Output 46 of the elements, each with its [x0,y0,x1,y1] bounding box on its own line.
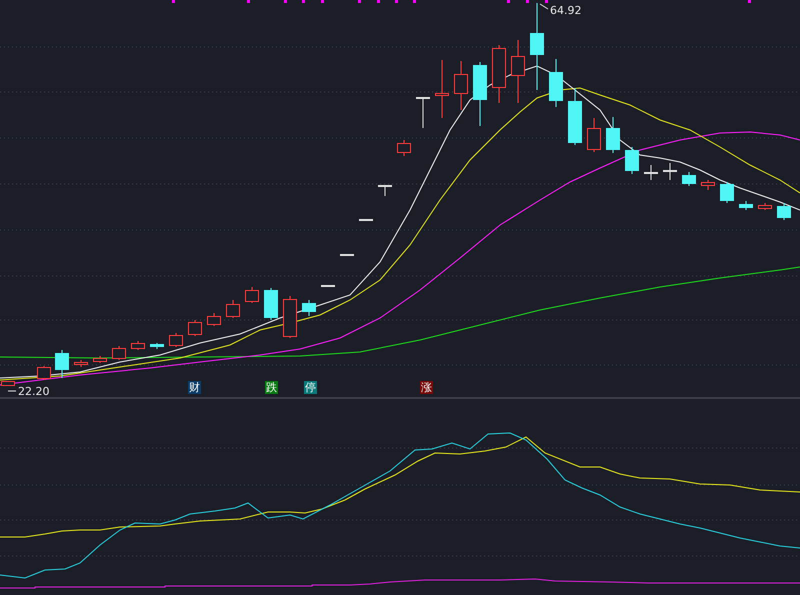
candlestick [302,300,316,316]
candlestick [321,284,335,287]
candlestick [169,332,183,348]
candlestick [416,96,430,128]
candlestick [454,60,468,110]
candlestick [568,88,582,146]
candlestick [587,118,601,152]
candlestick [720,182,734,204]
candlestick [701,180,715,190]
candlestick [549,58,563,108]
event-marker: 跌 [265,381,278,394]
candlestick [378,184,392,196]
leader-line [8,390,16,392]
event-marker: 停 [304,381,317,394]
candlestick [264,288,278,320]
candlestick [777,202,791,220]
candlestick [473,62,487,126]
event-marker: 财 [188,381,201,394]
candlestick [131,340,145,350]
candlestick [492,44,506,104]
candlestick [112,346,126,360]
candlestick [55,350,69,378]
candlestick [606,116,620,154]
event-marker: 涨 [420,381,433,394]
candlestick [37,366,51,380]
candlestick [93,356,107,364]
candlestick [207,312,221,326]
candlestick [226,300,240,318]
candlestick [397,140,411,156]
candlestick [340,254,354,256]
candlestick [663,162,677,180]
low-price-label: 22.20 [18,385,50,398]
candlestick [682,172,696,186]
candlestick [644,164,658,180]
high-price-label: 64.92 [550,4,582,17]
leader-line [540,4,548,10]
candlestick [435,60,449,118]
candlestick [359,218,373,221]
candlestick [739,200,753,210]
candlestick [150,342,164,350]
candlestick [245,286,259,304]
candlestick [511,40,525,104]
candlestick [188,320,202,336]
candlestick [283,296,297,338]
candlestick [758,202,772,210]
candlestick [625,146,639,174]
